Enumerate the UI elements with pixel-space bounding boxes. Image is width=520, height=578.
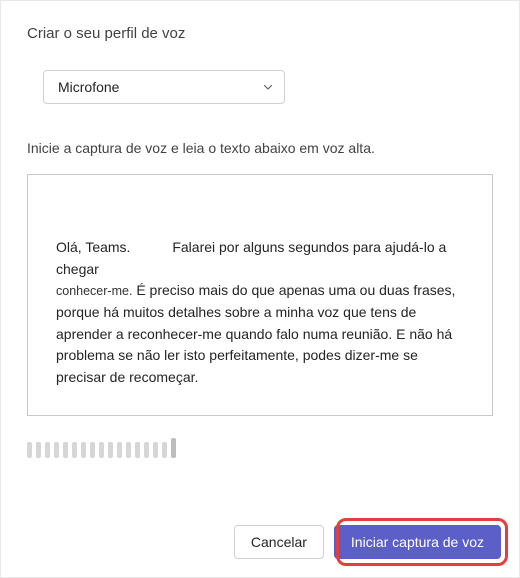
meter-bar (108, 442, 113, 458)
meter-bar (81, 442, 86, 458)
meter-bar (144, 442, 149, 458)
meter-bar (99, 442, 104, 458)
page-title: Criar o seu perfil de voz (27, 25, 493, 42)
meter-bar (27, 442, 32, 458)
reading-script-box: Olá, Teams. Falarei por alguns segundos … (27, 174, 493, 416)
meter-bar (90, 442, 95, 458)
chevron-down-icon (262, 81, 274, 93)
meter-bar (45, 442, 50, 458)
meter-bar (63, 442, 68, 458)
meter-bar (36, 442, 41, 458)
instruction-text: Inicie a captura de voz e leia o texto a… (27, 140, 493, 156)
dialog-button-row: Cancelar Iniciar captura de voz (234, 525, 501, 559)
meter-bar (117, 442, 122, 458)
meter-bar (72, 442, 77, 458)
meter-bar (135, 442, 140, 458)
script-greeting: Olá, Teams. (56, 239, 130, 255)
microphone-selected-label: Microfone (58, 79, 119, 95)
meter-bar (153, 442, 158, 458)
meter-bar (162, 442, 167, 458)
cancel-button[interactable]: Cancelar (234, 525, 324, 559)
script-line2-small: conhecer-me. (56, 284, 132, 298)
meter-bar (126, 442, 131, 458)
meter-bar (54, 442, 59, 458)
microphone-dropdown[interactable]: Microfone (43, 70, 285, 104)
start-capture-button[interactable]: Iniciar captura de voz (334, 525, 501, 559)
voice-level-meter (27, 438, 493, 458)
meter-bar (171, 438, 176, 458)
